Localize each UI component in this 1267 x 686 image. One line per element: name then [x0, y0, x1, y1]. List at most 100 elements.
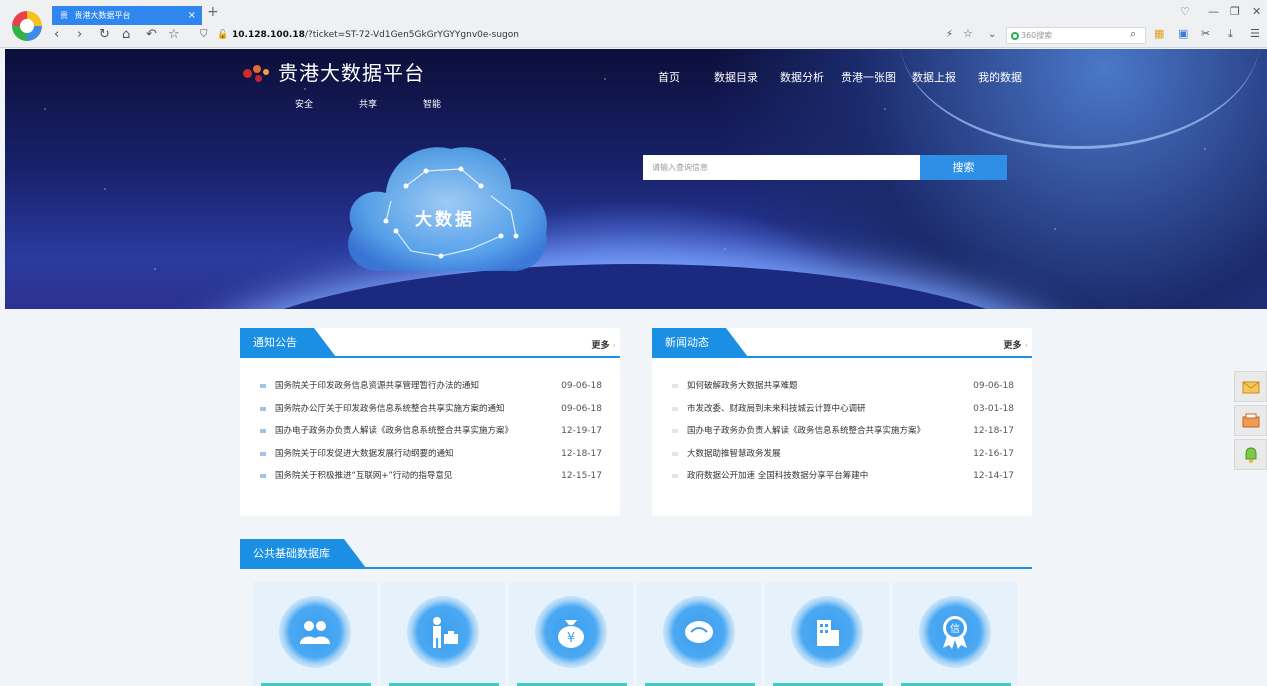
insecure-lock-icon[interactable]: 🔓 — [217, 30, 228, 40]
list-item[interactable]: 如何破解政务大数据共享难题 09-06-18 — [672, 378, 1014, 401]
forward-icon[interactable]: › — [77, 27, 82, 42]
news-text[interactable]: 政府数据公开加速 全国科技数据分享平台筹建中 — [687, 471, 868, 481]
download-icon[interactable]: ⤓ — [1228, 27, 1233, 41]
news-date: 12-14-17 — [973, 471, 1014, 481]
money-bag-icon: ¥ — [558, 620, 584, 648]
apps-grid-icon[interactable]: ▦ — [1154, 27, 1164, 40]
url-path: /?ticket=ST-72-Vd1Gen5GkGrYGYYgnv0e-sugo… — [304, 30, 519, 40]
side-mail-button[interactable] — [1234, 371, 1267, 402]
db-card-finance[interactable]: ¥ — [509, 582, 633, 686]
address-bar[interactable]: 10.128.100.18/?ticket=ST-72-Vd1Gen5GkGrY… — [232, 30, 519, 40]
list-item[interactable]: 国办电子政务办负责人解读《政务信息系统整合共享实施方案》 12-18-17 — [672, 423, 1014, 446]
notices-more-link[interactable]: 更多 — [592, 338, 616, 351]
list-item[interactable]: 市发改委、财政局到未来科技城云计算中心调研 03-01-18 — [672, 401, 1014, 424]
tagline-smart: 智能 — [423, 100, 442, 110]
news-text[interactable]: 如何破解政务大数据共享难题 — [687, 381, 798, 391]
db-card-credit[interactable]: 信 — [893, 582, 1017, 686]
security-shield-icon[interactable]: ⛉ — [200, 29, 208, 40]
close-window-icon[interactable]: ✕ — [1252, 5, 1261, 18]
db-card-resources[interactable] — [637, 582, 761, 686]
news-date: 12-18-17 — [973, 426, 1014, 436]
screenshot-icon[interactable]: ▣ — [1178, 27, 1188, 40]
news-date: 03-01-18 — [973, 403, 1014, 414]
notice-date: 09-06-18 — [561, 403, 602, 414]
bookmark-star-icon[interactable]: ☆ — [168, 27, 180, 42]
undo-icon[interactable]: ↶ — [146, 27, 157, 42]
credit-glyph: 信 — [950, 623, 960, 635]
notices-panel: 通知公告 更多 国务院关于印发政务信息资源共享管理暂行办法的通知 09-06-18… — [240, 328, 620, 516]
news-list: 如何破解政务大数据共享难题 09-06-18 市发改委、财政局到未来科技城云计算中… — [672, 378, 1014, 491]
news-date: 12-16-17 — [973, 448, 1014, 459]
restore-icon[interactable]: ❐ — [1230, 5, 1240, 18]
nav-guigang-map[interactable]: 贵港一张图 — [841, 69, 896, 85]
list-item[interactable]: 国务院关于印发政务信息资源共享管理暂行办法的通知 09-06-18 — [260, 378, 602, 401]
list-item[interactable]: 大数据助推智慧政务发展 12-16-17 — [672, 446, 1014, 469]
hero-search-input[interactable]: 请输入查询信息 — [643, 155, 921, 180]
list-item[interactable]: 国办电子政务办负责人解读《政务信息系统整合共享实施方案》 12-19-17 — [260, 423, 602, 446]
people-icon — [300, 621, 330, 644]
minimize-icon[interactable]: — — [1208, 5, 1219, 18]
browser-search-input[interactable]: 360搜索 — [1006, 27, 1146, 44]
notice-text[interactable]: 国办电子政务办负责人解读《政务信息系统整合共享实施方案》 — [275, 426, 513, 436]
back-icon[interactable]: ‹ — [54, 27, 59, 42]
tab-close-icon[interactable]: × — [188, 6, 196, 25]
tagline-sharing: 共享 — [359, 100, 378, 110]
bullet-icon — [260, 451, 266, 456]
nav-my-data[interactable]: 我的数据 — [978, 69, 1022, 85]
skin-icon[interactable]: ♡ — [1180, 5, 1190, 18]
hero-big-data-text: 大数据 — [415, 210, 475, 230]
public-db-title: 公共基础数据库 — [240, 539, 366, 568]
bullet-icon — [672, 406, 678, 411]
flash-icon[interactable]: ⚡ — [946, 29, 953, 40]
bullet-icon — [672, 474, 678, 478]
bullet-icon — [260, 474, 266, 478]
list-item[interactable]: 国务院关于积极推进“互联网+”行动的指导意见 12-15-17 — [260, 468, 602, 491]
home-icon[interactable]: ⌂ — [122, 27, 130, 42]
notices-list: 国务院关于印发政务信息资源共享管理暂行办法的通知 09-06-18 国务院办公厅关… — [260, 378, 602, 491]
notice-text[interactable]: 国务院办公厅关于印发政务信息系统整合共享实施方案的通知 — [275, 404, 505, 414]
news-text[interactable]: 大数据助推智慧政务发展 — [687, 449, 781, 459]
side-bell-button[interactable] — [1234, 439, 1267, 470]
hero-banner: 贵港大数据平台 安全 共享 智能 首页 数据目录 数据分析 贵港一张图 数据上报… — [5, 49, 1267, 309]
new-tab-button[interactable]: + — [207, 4, 219, 20]
news-text[interactable]: 市发改委、财政局到未来科技城云计算中心调研 — [687, 404, 866, 414]
site-title[interactable]: 贵港大数据平台 — [278, 57, 425, 86]
bullet-icon — [672, 384, 678, 388]
menu-icon[interactable]: ☰ — [1250, 27, 1260, 40]
side-inbox-button[interactable] — [1234, 405, 1267, 436]
nav-data-analysis[interactable]: 数据分析 — [780, 69, 824, 85]
list-item[interactable]: 政府数据公开加速 全国科技数据分享平台筹建中 12-14-17 — [672, 468, 1014, 491]
public-db-header: 公共基础数据库 — [240, 539, 1032, 569]
dropdown-chevron-icon[interactable]: ⌄ — [988, 29, 996, 40]
db-card-spatial[interactable] — [765, 582, 889, 686]
hero-search-button[interactable]: 搜索 — [920, 155, 1007, 180]
notice-text[interactable]: 国务院关于印发促进大数据发展行动纲要的通知 — [275, 449, 454, 459]
news-date: 09-06-18 — [973, 381, 1014, 391]
list-item[interactable]: 国务院关于印发促进大数据发展行动纲要的通知 12-18-17 — [260, 446, 602, 469]
nav-data-catalog[interactable]: 数据目录 — [714, 69, 758, 85]
search-icon[interactable]: ⌕ — [1130, 27, 1136, 41]
notice-text[interactable]: 国务院关于积极推进“互联网+”行动的指导意见 — [275, 471, 452, 481]
db-card-population[interactable] — [253, 582, 377, 686]
browser-logo-icon[interactable] — [12, 11, 42, 41]
list-item[interactable]: 国务院办公厅关于印发政务信息系统整合共享实施方案的通知 09-06-18 — [260, 401, 602, 424]
nav-data-report[interactable]: 数据上报 — [912, 69, 956, 85]
url-host: 10.128.100.18 — [232, 30, 305, 40]
site-logo-icon — [243, 63, 273, 85]
credit-badge-icon: 信 — [943, 616, 967, 649]
planet-decoration — [185, 264, 1085, 309]
reload-icon[interactable]: ↻ — [99, 27, 110, 42]
news-text[interactable]: 国办电子政务办负责人解读《政务信息系统整合共享实施方案》 — [687, 426, 925, 436]
tab-favicon: 贵 — [60, 11, 68, 20]
notices-title: 通知公告 — [240, 328, 336, 357]
browser-tab[interactable]: 贵 贵港大数据平台 × — [52, 6, 202, 25]
favorite-star-icon[interactable]: ☆ — [963, 27, 973, 40]
nav-home[interactable]: 首页 — [658, 69, 680, 85]
news-more-link[interactable]: 更多 — [1004, 338, 1028, 351]
notice-date: 12-18-17 — [561, 448, 602, 459]
db-card-legal-person[interactable] — [381, 582, 505, 686]
notice-date: 12-19-17 — [561, 426, 602, 436]
scissors-icon[interactable]: ✂ — [1201, 27, 1210, 40]
360-logo-icon — [1011, 32, 1019, 40]
notice-text[interactable]: 国务院关于印发政务信息资源共享管理暂行办法的通知 — [275, 381, 479, 391]
